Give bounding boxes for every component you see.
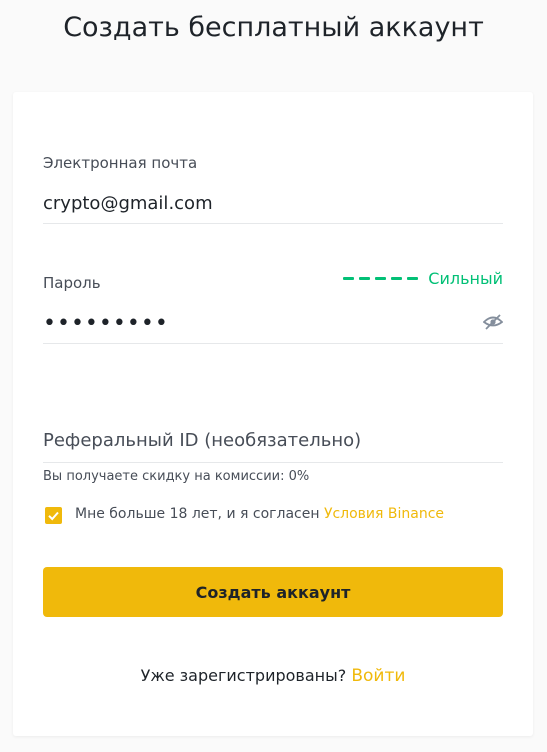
page-title: Создать бесплатный аккаунт [63, 12, 484, 43]
email-field[interactable]: crypto@gmail.com [43, 193, 213, 214]
login-prompt: Уже зарегистрированы? Войти [13, 666, 533, 686]
referral-id-input[interactable]: Реферальный ID (необязательно) [43, 430, 361, 451]
terms-label: Мне больше 18 лет, и я согласен [75, 506, 320, 522]
email-label: Электронная почта [43, 154, 198, 172]
referral-underline [43, 462, 503, 463]
strength-bar [391, 277, 403, 280]
email-underline [43, 223, 503, 224]
discount-note: Вы получаете скидку на комиссии: 0% [43, 469, 310, 484]
signup-page: Создать бесплатный аккаунт Электронная п… [0, 0, 547, 752]
password-field[interactable]: ••••••••• [43, 310, 169, 338]
strength-bar [359, 277, 371, 280]
eye-slash-icon[interactable] [482, 314, 504, 330]
strength-bar [375, 277, 387, 280]
strength-label: Сильный [428, 269, 503, 288]
strength-bar [407, 277, 419, 280]
password-underline [43, 343, 503, 344]
password-strength-indicator: Сильный [343, 269, 503, 288]
create-account-button[interactable]: Создать аккаунт [43, 567, 503, 617]
password-label: Пароль [43, 274, 101, 292]
terms-link[interactable]: Условия Binance [324, 506, 444, 522]
terms-checkbox[interactable] [45, 507, 62, 524]
terms-text: Мне больше 18 лет, и я согласен Условия … [75, 506, 444, 522]
login-prompt-text: Уже зарегистрированы? [140, 666, 347, 685]
strength-bars [343, 277, 419, 280]
login-link[interactable]: Войти [351, 666, 405, 686]
signup-form-card: Электронная почта crypto@gmail.com Парол… [13, 92, 533, 736]
check-icon [48, 511, 59, 521]
strength-bar [343, 277, 355, 280]
